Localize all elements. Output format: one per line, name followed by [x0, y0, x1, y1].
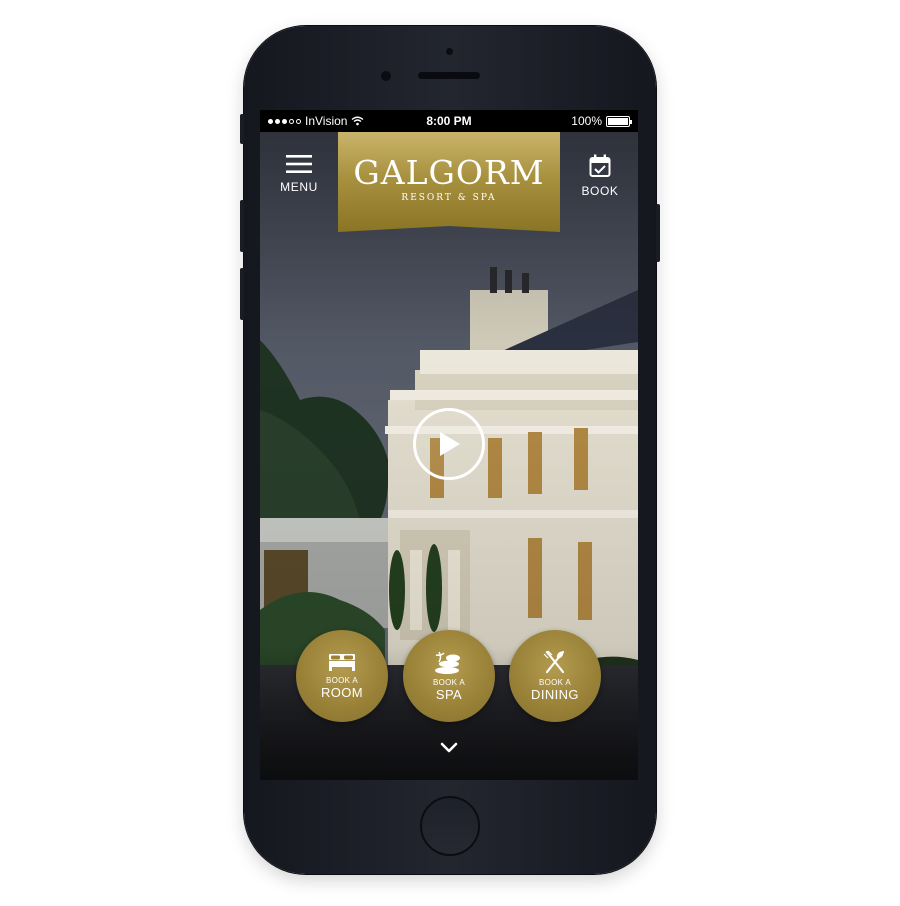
- bed-icon: [329, 654, 355, 671]
- mute-switch: [240, 114, 244, 144]
- logo-title: GALGORM: [353, 152, 545, 192]
- power-button: [656, 204, 660, 262]
- fork-knife-icon: [543, 650, 565, 674]
- signal-strength-icon: [268, 118, 301, 124]
- battery-icon: [606, 115, 632, 127]
- earpiece-speaker: [418, 72, 480, 79]
- book-label: BOOK: [581, 184, 619, 198]
- book-dining-small-label: BOOK A: [538, 678, 572, 687]
- proximity-sensor: [446, 48, 453, 55]
- book-room-button[interactable]: BOOK A ROOM: [296, 630, 388, 722]
- menu-label: MENU: [280, 180, 318, 194]
- brand-logo-banner: GALGORM RESORT & SPA: [338, 132, 560, 232]
- spa-stones-icon: [435, 651, 460, 674]
- volume-up-button: [240, 200, 244, 252]
- front-camera: [381, 71, 391, 81]
- book-spa-label: SPA: [435, 687, 463, 702]
- play-icon: [440, 432, 460, 456]
- book-dining-label: DINING: [531, 687, 579, 702]
- battery-level: [608, 117, 628, 125]
- book-spa-button[interactable]: BOOK A SPA: [403, 630, 495, 722]
- hamburger-icon: [286, 155, 312, 173]
- menu-button[interactable]: MENU: [269, 154, 329, 194]
- book-room-label: ROOM: [320, 685, 364, 700]
- status-right: 100%: [571, 114, 632, 128]
- logo-subtitle: RESORT & SPA: [401, 192, 497, 203]
- book-dining-button[interactable]: BOOK A DINING: [509, 630, 601, 722]
- volume-down-button: [240, 268, 244, 320]
- book-room-small-label: BOOK A: [325, 676, 359, 685]
- book-spa-small-label: BOOK A: [432, 678, 466, 687]
- status-bar: InVision 8:00 PM 100%: [260, 110, 638, 132]
- home-button[interactable]: [420, 796, 480, 856]
- book-button[interactable]: BOOK: [570, 154, 630, 198]
- app-screen: InVision 8:00 PM 100% MENU GALGORM RESOR…: [260, 110, 638, 780]
- carrier-name: InVision: [305, 114, 348, 128]
- play-video-button[interactable]: [413, 408, 485, 480]
- calendar-check-icon: [589, 154, 611, 177]
- status-left: InVision: [268, 114, 364, 128]
- chevron-down-icon[interactable]: [437, 740, 461, 756]
- wifi-icon: [352, 116, 364, 126]
- battery-percent: 100%: [571, 114, 602, 128]
